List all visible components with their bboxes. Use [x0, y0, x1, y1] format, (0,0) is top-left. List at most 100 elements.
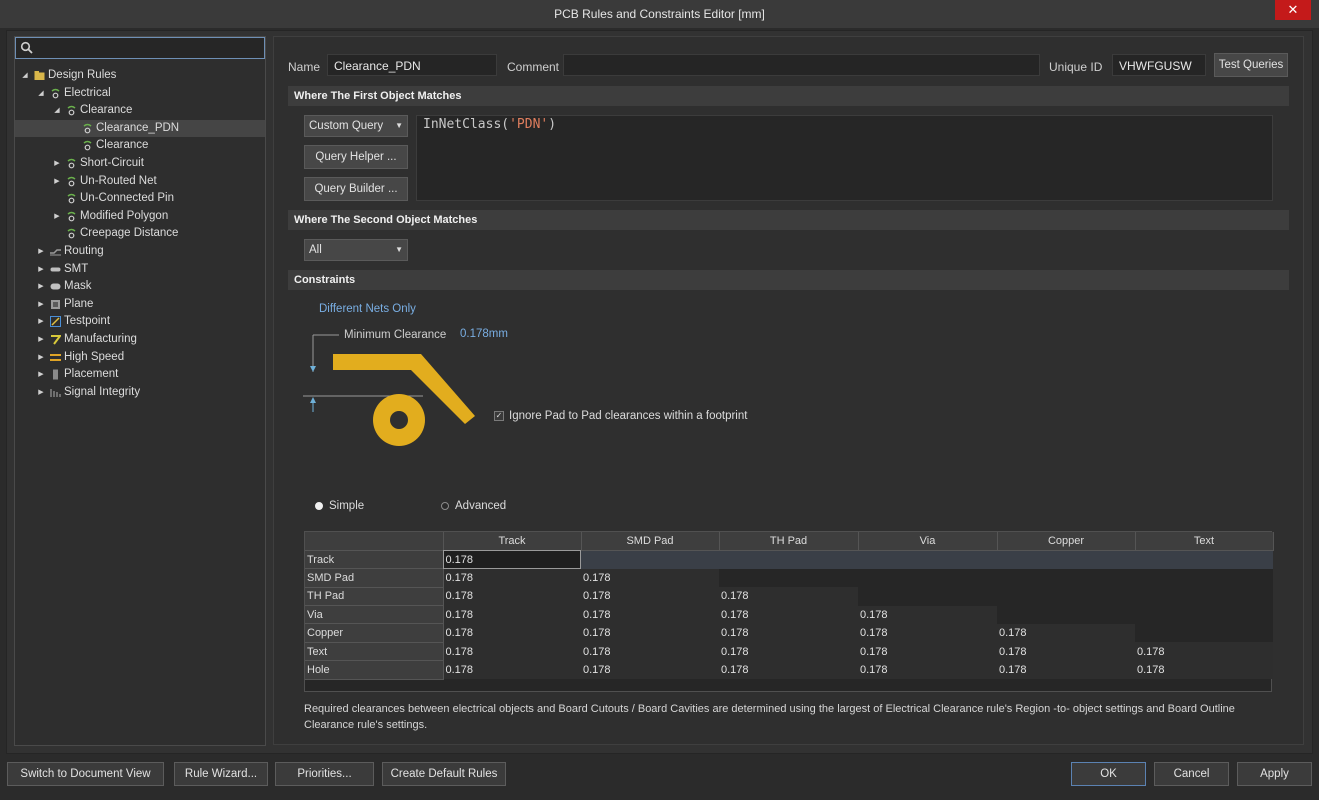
tree-item-placement[interactable]: ▶ Placement	[15, 366, 265, 384]
simple-radio[interactable]: Simple	[315, 500, 364, 512]
matrix-value-cell[interactable]: 0.178	[997, 623, 1135, 643]
tree-item-high-speed[interactable]: ▶ High Speed	[15, 349, 265, 367]
create-default-rules-button[interactable]: Create Default Rules	[382, 762, 506, 786]
matrix-empty-cell	[997, 550, 1135, 569]
expand-arrow-icon[interactable]: ▶	[53, 155, 61, 173]
advanced-radio[interactable]: Advanced	[441, 500, 506, 512]
tree-item-mask[interactable]: ▶ Mask	[15, 278, 265, 296]
tree-item-creepage-distance[interactable]: Creepage Distance	[15, 225, 265, 243]
matrix-column-header: Track	[443, 532, 582, 551]
tree-item-clearance[interactable]: ◢ Clearance	[15, 102, 265, 120]
expand-arrow-icon[interactable]: ▶	[37, 243, 45, 261]
tree-item-un-routed-net[interactable]: ▶ Un-Routed Net	[15, 173, 265, 191]
search-icon	[20, 41, 33, 54]
expand-arrow-icon[interactable]: ▶	[37, 261, 45, 279]
tree-item-electrical[interactable]: ◢ Electrical	[15, 85, 265, 103]
name-field[interactable]: Clearance_PDN	[327, 54, 497, 76]
switch-document-view-button[interactable]: Switch to Document View	[7, 762, 164, 786]
matrix-value-cell[interactable]: 0.178	[719, 605, 858, 624]
smt-icon	[50, 267, 61, 272]
matrix-value-cell[interactable]: 0.178	[858, 605, 997, 624]
tree-item-modified-polygon[interactable]: ▶ Modified Polygon	[15, 208, 265, 226]
tree-item-clearance-pdn[interactable]: Clearance_PDN	[15, 119, 265, 138]
matrix-value-cell[interactable]: 0.178	[443, 605, 581, 624]
matrix-empty-cell	[997, 587, 1135, 606]
rule-wizard-button[interactable]: Rule Wizard...	[174, 762, 268, 786]
tree-item-routing[interactable]: ▶ Routing	[15, 243, 265, 261]
check-icon: ✓	[494, 411, 504, 421]
matrix-value-cell[interactable]: 0.178	[858, 623, 997, 643]
matrix-value-cell[interactable]: 0.178	[443, 587, 581, 606]
matrix-value-cell[interactable]: 0.178	[581, 660, 719, 680]
matrix-empty-cell	[719, 568, 858, 588]
matrix-value-cell[interactable]: 0.178	[443, 623, 581, 643]
matrix-value-cell[interactable]: 0.178	[858, 642, 997, 661]
comment-field[interactable]	[563, 54, 1040, 76]
matrix-value-cell[interactable]: 0.178	[858, 660, 997, 680]
matrix-value-cell[interactable]: 0.178	[581, 605, 719, 624]
matrix-row: TH Pad 0.178 0.178 0.178	[305, 587, 1273, 607]
collapse-arrow-icon[interactable]: ◢	[37, 85, 45, 103]
matrix-value-cell[interactable]: 0.178	[443, 642, 581, 661]
net-scope-link[interactable]: Different Nets Only	[319, 303, 416, 315]
ignore-pad-to-pad-checkbox[interactable]: ✓ Ignore Pad to Pad clearances within a …	[494, 410, 747, 422]
test-queries-button[interactable]: Test Queries	[1214, 53, 1288, 77]
tree-item-clearance[interactable]: Clearance	[15, 137, 265, 155]
ok-button[interactable]: OK	[1071, 762, 1146, 786]
expand-arrow-icon[interactable]: ▶	[37, 278, 45, 296]
matrix-empty-cell	[858, 587, 997, 606]
matrix-value-cell[interactable]: 0.178	[719, 623, 858, 643]
matrix-empty-cell	[858, 550, 997, 569]
tree-item-smt[interactable]: ▶ SMT	[15, 261, 265, 279]
close-button[interactable]: ✕	[1275, 0, 1311, 20]
matrix-value-cell[interactable]: 0.178	[719, 587, 858, 606]
tree-item-un-connected-pin[interactable]: Un-Connected Pin	[15, 190, 265, 208]
matrix-value-cell[interactable]: 0.178	[1135, 642, 1273, 661]
matrix-empty-cell	[719, 550, 858, 569]
collapse-arrow-icon[interactable]: ◢	[53, 102, 61, 120]
matrix-value-cell[interactable]: 0.178	[997, 642, 1135, 661]
apply-button[interactable]: Apply	[1237, 762, 1312, 786]
name-label: Name	[288, 60, 321, 74]
placement-icon	[53, 369, 58, 380]
matrix-value-cell[interactable]: 0.178	[443, 568, 581, 588]
expand-arrow-icon[interactable]: ▶	[37, 366, 45, 384]
matrix-value-cell[interactable]: 0.178	[581, 568, 719, 588]
expand-arrow-icon[interactable]: ▶	[37, 331, 45, 349]
tree-item-plane[interactable]: ▶ Plane	[15, 296, 265, 314]
expand-arrow-icon[interactable]: ▶	[37, 384, 45, 402]
matrix-value-cell[interactable]: 0.178	[581, 642, 719, 661]
query-helper-button[interactable]: Query Helper ...	[304, 145, 408, 169]
cancel-button[interactable]: Cancel	[1154, 762, 1229, 786]
matrix-value-cell[interactable]: 0.178	[1135, 660, 1273, 680]
matrix-value-cell[interactable]: 0.178	[443, 660, 581, 680]
matrix-value-cell[interactable]: 0.178	[443, 550, 581, 569]
tree-item-manufacturing[interactable]: ▶ Manufacturing	[15, 331, 265, 349]
expand-arrow-icon[interactable]: ▶	[37, 313, 45, 331]
high-speed-icon	[50, 353, 61, 361]
matrix-value-cell[interactable]: 0.178	[719, 642, 858, 661]
first-query-mode-select[interactable]: Custom Query ▼	[304, 115, 408, 137]
matrix-value-cell[interactable]: 0.178	[997, 660, 1135, 680]
expand-arrow-icon[interactable]: ▶	[53, 208, 61, 226]
matrix-value-cell[interactable]: 0.178	[581, 587, 719, 606]
expand-arrow-icon[interactable]: ▶	[37, 296, 45, 314]
unique-id-field[interactable]: VHWFGUSW	[1112, 54, 1206, 76]
matrix-value-cell[interactable]: 0.178	[719, 660, 858, 680]
search-input[interactable]	[15, 37, 265, 59]
collapse-arrow-icon[interactable]: ◢	[21, 67, 29, 85]
tree-item-short-circuit[interactable]: ▶ Short-Circuit	[15, 155, 265, 173]
pad-shape	[373, 394, 425, 446]
matrix-corner	[305, 532, 444, 551]
matrix-row: Track 0.178	[305, 550, 1273, 570]
tree-item-design-rules[interactable]: ◢ Design Rules	[15, 67, 265, 85]
query-builder-button[interactable]: Query Builder ...	[304, 177, 408, 201]
query-editor[interactable]: InNetClass('PDN')	[416, 115, 1273, 201]
tree-item-signal-integrity[interactable]: ▶ Signal Integrity	[15, 384, 265, 402]
matrix-value-cell[interactable]: 0.178	[581, 623, 719, 643]
second-query-mode-select[interactable]: All ▼	[304, 239, 408, 261]
priorities-button[interactable]: Priorities...	[275, 762, 374, 786]
expand-arrow-icon[interactable]: ▶	[37, 349, 45, 367]
expand-arrow-icon[interactable]: ▶	[53, 173, 61, 191]
tree-item-testpoint[interactable]: ▶ Testpoint	[15, 313, 265, 331]
